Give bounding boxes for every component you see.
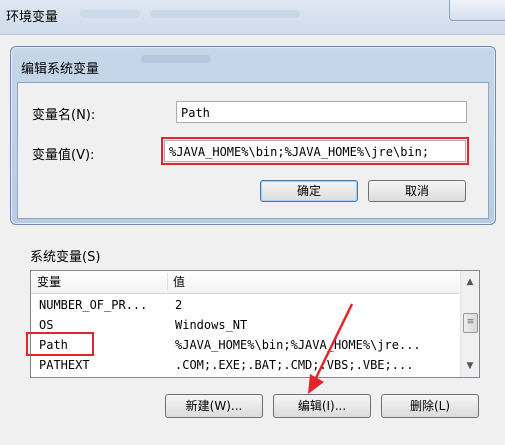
scroll-thumb[interactable]: ≡ [463, 313, 478, 333]
column-header-variable[interactable]: 变量 [31, 271, 167, 293]
variable-name-label: 变量名(N): [32, 108, 96, 123]
ok-button[interactable]: 确定 [260, 180, 358, 202]
list-scrollbar[interactable]: ▲ ≡ ▼ [460, 271, 479, 377]
table-row[interactable]: PATHEXT .COM;.EXE;.BAT;.CMD;.VBS;.VBE;..… [31, 355, 459, 375]
dialog-body: 变量名(N): Path 变量值(V): %JAVA_HOME%\bin;%JA… [17, 82, 489, 219]
blurred-title-text [80, 10, 140, 18]
blurred-title-text [141, 55, 211, 63]
column-header-value[interactable]: 值 [167, 271, 459, 293]
cancel-button[interactable]: 取消 [368, 180, 466, 202]
scroll-down-arrow-icon[interactable]: ▼ [461, 357, 479, 375]
variable-value-label: 变量值(V): [32, 148, 95, 163]
table-row[interactable]: NUMBER_OF_PR... 2 [31, 295, 459, 315]
row-variable-name: NUMBER_OF_PR... [39, 298, 148, 312]
value-highlight-box [161, 137, 469, 165]
outer-window-title: 环境变量 [6, 10, 59, 25]
new-button[interactable]: 新建(W)... [165, 394, 263, 418]
system-variables-label: 系统变量(S) [30, 250, 101, 265]
scroll-up-arrow-icon[interactable]: ▲ [461, 273, 479, 291]
system-variables-list[interactable]: 变量 值 NUMBER_OF_PR... 2 OS Windows_NT Pat… [30, 270, 480, 378]
close-button[interactable] [449, 0, 505, 21]
annotation-arrow-icon [308, 303, 354, 394]
outer-titlebar: 环境变量 [0, 0, 505, 35]
delete-button[interactable]: 删除(L) [381, 394, 479, 418]
path-highlight-box [26, 332, 94, 356]
table-row[interactable]: OS Windows_NT [31, 315, 459, 335]
dialog-title: 编辑系统变量 [21, 62, 100, 77]
variable-name-input[interactable]: Path [176, 101, 467, 123]
table-row[interactable]: Path %JAVA_HOME%\bin;%JAVA_HOME%\jre... [31, 335, 459, 355]
edit-system-variable-dialog: 编辑系统变量 变量名(N): Path 变量值(V): %JAVA_HOME%\… [10, 46, 496, 225]
list-header: 变量 值 [31, 271, 459, 294]
row-variable-name: PATHEXT [39, 358, 90, 372]
blurred-title-text [150, 10, 300, 18]
